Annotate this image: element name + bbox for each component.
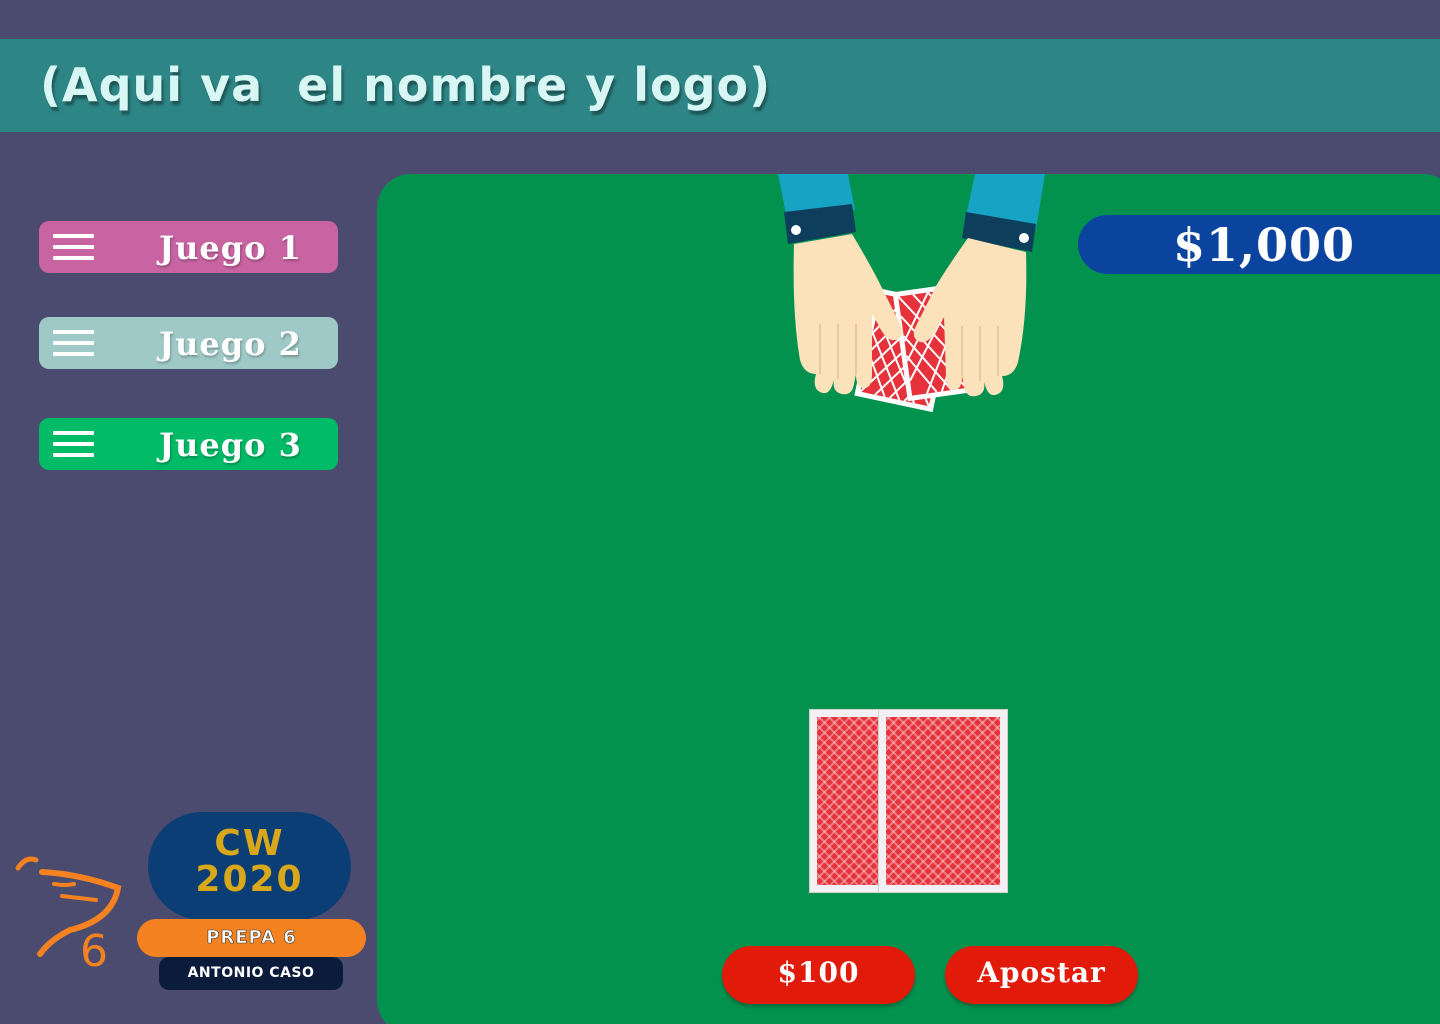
school-label: PREPA 6 [137,919,366,957]
cw-badge-text: CW 2020 [148,826,351,898]
bet-button[interactable]: Apostar [945,946,1138,1004]
sidebar-item-label: Juego 2 [159,325,302,363]
sidebar-item-juego-1[interactable]: Juego 1 [39,221,338,273]
sidebar-item-label: Juego 1 [159,229,302,267]
menu-icon [53,330,94,356]
balance-amount: $1,000 [1172,218,1356,272]
school-number: 6 [80,926,108,975]
menu-icon [53,234,94,260]
cw-line-2: 2020 [195,859,304,900]
sidebar-item-juego-3[interactable]: Juego 3 [39,418,338,470]
menu-icon [53,431,94,457]
page-title: (Aqui va el nombre y logo) [40,58,772,112]
cw-line-1: CW [214,823,285,864]
school-name: ANTONIO CASO [159,957,343,990]
card-back-pattern [886,717,1000,885]
bet-amount-button[interactable]: $100 [722,946,915,1004]
player-card-2[interactable] [878,709,1008,893]
sidebar-item-label: Juego 3 [159,426,302,464]
dealer-hands-illustration [778,174,1045,413]
school-mascot-logo: 6 [15,856,122,975]
sidebar-item-juego-2[interactable]: Juego 2 [39,317,338,369]
